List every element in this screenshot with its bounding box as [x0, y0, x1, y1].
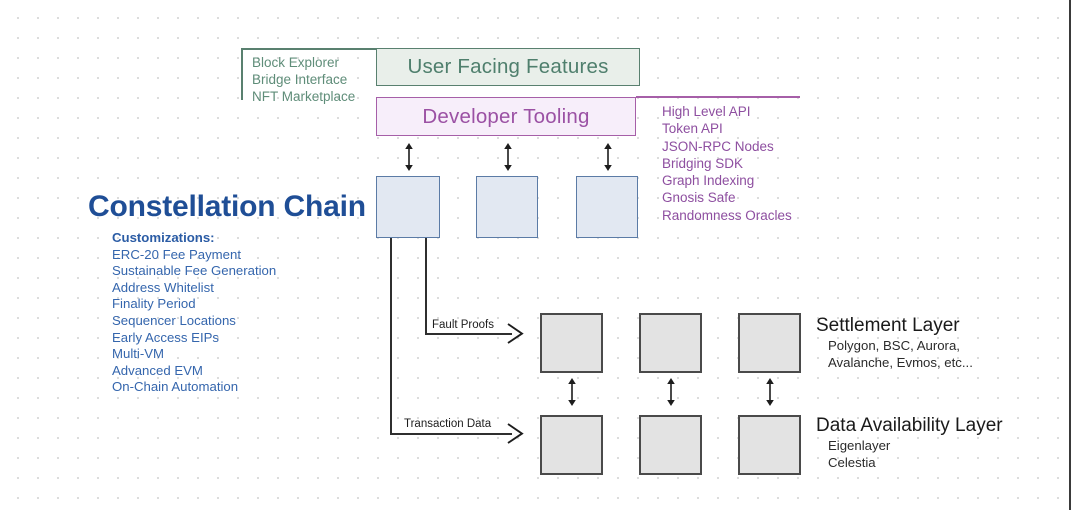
- fault-proofs-connector-vertical: [425, 238, 427, 334]
- canvas-right-border: [1069, 0, 1071, 510]
- user-facing-connector-horizontal: [241, 48, 381, 50]
- list-item: Multi-VM: [112, 346, 165, 362]
- developer-tooling-connector-horizontal: [636, 96, 800, 98]
- page-title: Constellation Chain: [88, 190, 366, 223]
- developer-tooling-label: Developer Tooling: [422, 104, 590, 128]
- list-item: Finality Period: [112, 296, 196, 312]
- fault-proofs-connector-horizontal: [425, 333, 512, 335]
- bidirectional-arrow-icon: [604, 143, 612, 171]
- data-availability-layer-title: Data Availability Layer: [816, 415, 1003, 436]
- list-item: Block Explorer: [252, 55, 340, 70]
- settlement-layer-subtitle: Polygon, BSC, Aurora, Avalanche, Evmos, …: [828, 338, 973, 371]
- list-item: On-Chain Automation: [112, 379, 239, 395]
- transaction-data-connector-horizontal: [390, 433, 512, 435]
- user-facing-connector-vertical: [241, 48, 243, 100]
- list-item: ERC-20 Fee Payment: [112, 246, 241, 262]
- list-item: Gnosis Safe: [662, 190, 736, 206]
- list-item: Avalanche, Evmos, etc...: [828, 354, 973, 370]
- chain-node[interactable]: [476, 176, 538, 238]
- list-item: Eigenlayer: [828, 438, 891, 453]
- list-item: Sequencer Locations: [112, 312, 236, 328]
- developer-tooling-list: High Level API Token API JSON-RPC Nodes …: [662, 103, 792, 224]
- data-availability-node[interactable]: [738, 415, 801, 475]
- settlement-layer-title: Settlement Layer: [816, 315, 960, 336]
- settlement-node[interactable]: [540, 313, 603, 373]
- bidirectional-arrow-icon: [504, 143, 512, 171]
- list-item: Address Whitelist: [112, 279, 214, 295]
- list-item: High Level API: [662, 104, 751, 119]
- bidirectional-arrow-icon: [766, 378, 774, 406]
- user-facing-features-box[interactable]: User Facing Features: [376, 48, 640, 86]
- list-item: Bridge Interface: [252, 72, 348, 87]
- list-item: JSON-RPC Nodes: [662, 138, 774, 154]
- bidirectional-arrow-icon: [568, 378, 576, 406]
- bidirectional-arrow-icon: [667, 378, 675, 406]
- canvas-right-padding: [1071, 0, 1080, 510]
- settlement-node[interactable]: [738, 313, 801, 373]
- list-item: Randomness Oracles: [662, 207, 792, 223]
- list-item: Early Access EIPs: [112, 329, 219, 345]
- chain-node[interactable]: [376, 176, 440, 238]
- data-availability-layer-subtitle: Eigenlayer Celestia: [828, 438, 890, 471]
- list-item: Advanced EVM: [112, 362, 203, 378]
- transaction-data-arrowhead-icon: [507, 423, 524, 444]
- fault-proofs-label: Fault Proofs: [432, 319, 494, 331]
- chain-node[interactable]: [576, 176, 638, 238]
- fault-proofs-arrowhead-icon: [507, 323, 524, 344]
- user-facing-features-list: Block Explorer Bridge Interface NFT Mark…: [252, 54, 355, 105]
- settlement-node[interactable]: [639, 313, 702, 373]
- list-item: Graph Indexing: [662, 173, 755, 189]
- list-item: Bridging SDK: [662, 155, 744, 171]
- diagram-canvas: Block Explorer Bridge Interface NFT Mark…: [0, 0, 1080, 510]
- developer-tooling-box[interactable]: Developer Tooling: [376, 97, 636, 136]
- data-availability-node[interactable]: [639, 415, 702, 475]
- list-item: Token API: [662, 121, 723, 137]
- list-item: NFT Marketplace: [252, 89, 356, 104]
- list-item: Celestia: [828, 454, 876, 470]
- data-availability-node[interactable]: [540, 415, 603, 475]
- transaction-data-label: Transaction Data: [404, 418, 492, 430]
- user-facing-features-label: User Facing Features: [407, 55, 609, 78]
- list-item: Polygon, BSC, Aurora,: [828, 338, 960, 353]
- list-item: Sustainable Fee Generation: [112, 263, 277, 279]
- bidirectional-arrow-icon: [405, 143, 413, 171]
- customizations-heading: Customizations:: [112, 230, 215, 245]
- customizations-list: Customizations: ERC-20 Fee Payment Susta…: [112, 230, 276, 396]
- transaction-data-connector-vertical: [390, 238, 392, 434]
